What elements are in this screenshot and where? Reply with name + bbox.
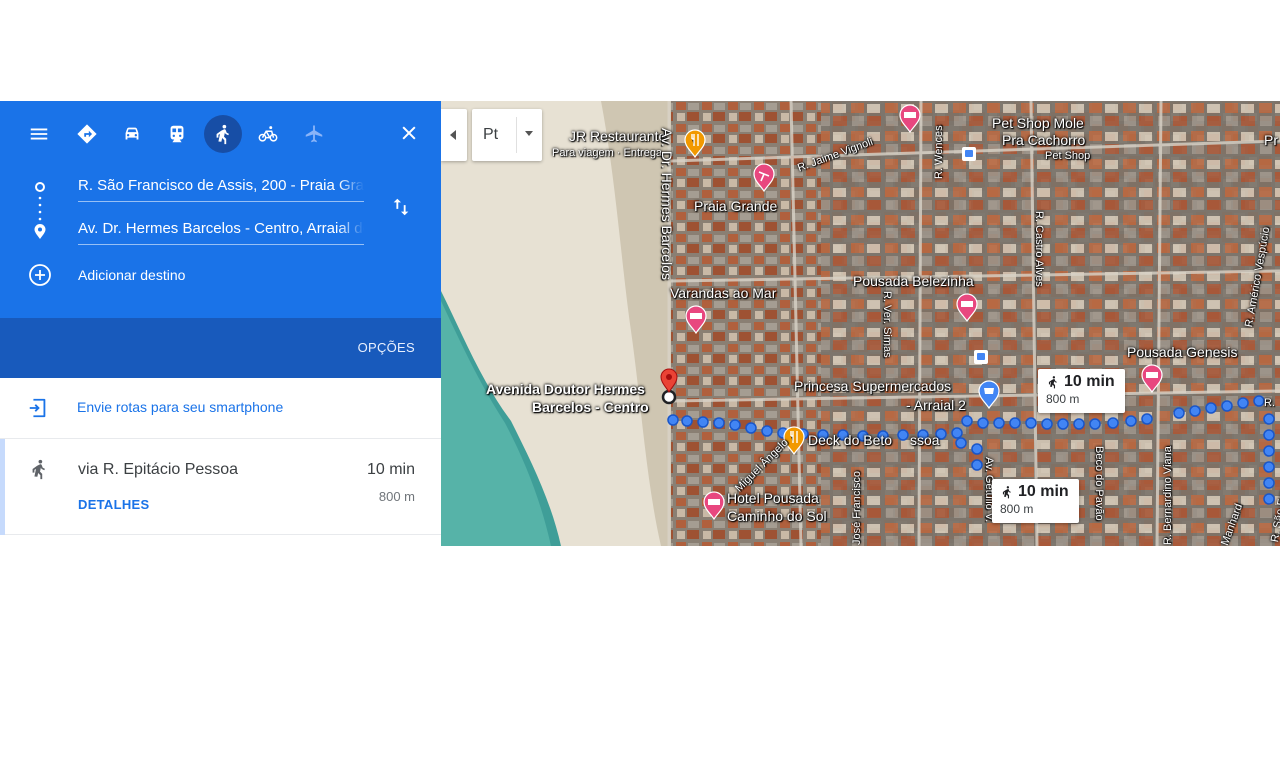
place-label[interactable]: - Arraial 2: [906, 397, 966, 413]
hotel-pin-icon[interactable]: [1140, 363, 1164, 393]
callout-time: 10 min: [1064, 373, 1115, 390]
add-circle-icon: [29, 264, 51, 286]
callout-distance: 800 m: [1000, 502, 1034, 516]
menu-button[interactable]: [20, 115, 58, 153]
place-label[interactable]: Praia Grande: [694, 198, 777, 214]
street-label: ssoa: [910, 432, 940, 448]
street-label: Av. Dr. Hermes Barcelos: [659, 128, 675, 280]
place-label[interactable]: JR Restaurante: [569, 128, 666, 144]
send-to-phone-label: Envie rotas para seu smartphone: [77, 399, 284, 415]
bike-icon: [258, 126, 278, 142]
layer-selector[interactable]: Pt: [472, 109, 542, 161]
directions-header: R. São Francisco de Assis, 200 - Praia G…: [0, 101, 441, 318]
place-label[interactable]: Princesa Supermercados: [794, 378, 951, 394]
chevron-down-icon[interactable]: [525, 131, 533, 136]
place-label[interactable]: Pr: [1264, 132, 1278, 148]
street-label: Beco do Pavão: [1093, 446, 1105, 521]
place-sublabel: Para viagem · Entrega: [552, 147, 663, 159]
route-time-callout[interactable]: 10 min 800 m: [1038, 369, 1125, 413]
route-details-link[interactable]: DETALHES: [78, 497, 150, 512]
maps-window: R. São Francisco de Assis, 200 - Praia G…: [0, 101, 1280, 546]
walk-icon: [32, 459, 45, 480]
add-destination-button[interactable]: Adicionar destino: [28, 263, 185, 287]
mode-transit-button[interactable]: [158, 115, 196, 153]
car-icon: [125, 127, 139, 140]
hotel-pin-icon[interactable]: [955, 292, 979, 322]
hotel-pin-icon[interactable]: [684, 304, 708, 334]
send-to-phone-icon: [29, 398, 46, 418]
walk-icon: [216, 124, 229, 145]
send-to-phone-row[interactable]: Envie rotas para seu smartphone: [0, 378, 441, 439]
destination-input[interactable]: Av. Dr. Hermes Barcelos - Centro, Arraia…: [78, 217, 364, 245]
shopping-pin-icon[interactable]: [977, 379, 1001, 409]
restaurant-pin-icon[interactable]: [683, 128, 707, 158]
destination-label[interactable]: Barcelos - Centro: [532, 399, 649, 415]
route-time-callout[interactable]: 10 min 800 m: [992, 479, 1079, 523]
route-option[interactable]: via R. Epitácio Pessoa 10 min 800 m DETA…: [0, 439, 441, 535]
options-bar: OPÇÕES: [0, 318, 441, 378]
destination-label[interactable]: Avenida Doutor Hermes: [486, 381, 645, 397]
mode-best-route-button[interactable]: [68, 115, 106, 153]
destination-value: Av. Dr. Hermes Barcelos - Centro, Arraia…: [78, 220, 364, 237]
street-label: R. Bernardino Viana: [1162, 446, 1174, 545]
swap-icon[interactable]: [390, 196, 412, 218]
route-distance: 800 m: [378, 489, 415, 504]
bus-stop-icon[interactable]: [974, 350, 988, 364]
place-label[interactable]: Pousada Belezinha: [853, 273, 974, 289]
place-label[interactable]: Pousada Genesis: [1127, 344, 1238, 360]
place-label[interactable]: Deck do Beto: [808, 432, 892, 448]
callout-distance: 800 m: [1046, 392, 1080, 406]
walk-icon: [1048, 376, 1057, 389]
beach-pin-icon[interactable]: [752, 162, 776, 192]
chevron-left-icon: [450, 130, 456, 140]
route-time: 10 min: [366, 461, 415, 478]
map-canvas[interactable]: Pt JR Restaurante Para viagem · Entrega …: [441, 101, 1280, 546]
options-button[interactable]: OPÇÕES: [358, 340, 415, 355]
place-sublabel: Pet Shop: [1045, 150, 1091, 162]
add-destination-label: Adicionar destino: [78, 267, 186, 283]
mode-walk-button[interactable]: [204, 115, 242, 153]
street-label: R.: [1264, 397, 1275, 409]
travel-mode-bar: [20, 115, 420, 157]
close-icon[interactable]: [399, 123, 419, 143]
layer-label: Pt: [483, 126, 499, 143]
menu-icon: [30, 128, 48, 140]
place-label[interactable]: Pra Cachorro: [1002, 132, 1085, 148]
collapse-panel-button[interactable]: [441, 109, 467, 161]
hotel-pin-icon[interactable]: [702, 490, 726, 520]
place-label[interactable]: Pet Shop Mole: [992, 115, 1084, 131]
directions-panel: R. São Francisco de Assis, 200 - Praia G…: [0, 101, 441, 546]
callout-time: 10 min: [1018, 483, 1069, 500]
place-label[interactable]: Caminho do Sol: [727, 508, 827, 524]
mode-car-button[interactable]: [113, 115, 151, 153]
street-label: José Francisco: [851, 471, 863, 545]
airplane-icon: [305, 125, 323, 143]
place-label[interactable]: Varandas ao Mar: [670, 285, 776, 301]
train-icon: [170, 125, 184, 143]
origin-value: R. São Francisco de Assis, 200 - Praia G…: [78, 177, 364, 194]
origin-input[interactable]: R. São Francisco de Assis, 200 - Praia G…: [78, 174, 364, 202]
route-connector-icon: [34, 182, 46, 239]
street-label: R. Castro Alves: [1033, 211, 1045, 287]
mode-flight-button[interactable]: [295, 115, 333, 153]
directions-icon: [77, 124, 97, 144]
walk-icon: [1002, 486, 1011, 499]
bus-stop-icon[interactable]: [962, 147, 976, 161]
route-via: via R. Epitácio Pessoa: [78, 461, 239, 478]
street-label: R. Ver. Simas: [881, 291, 893, 358]
street-label: R. Wences: [933, 125, 945, 179]
hotel-pin-icon[interactable]: [898, 103, 922, 133]
mode-bike-button[interactable]: [249, 115, 287, 153]
